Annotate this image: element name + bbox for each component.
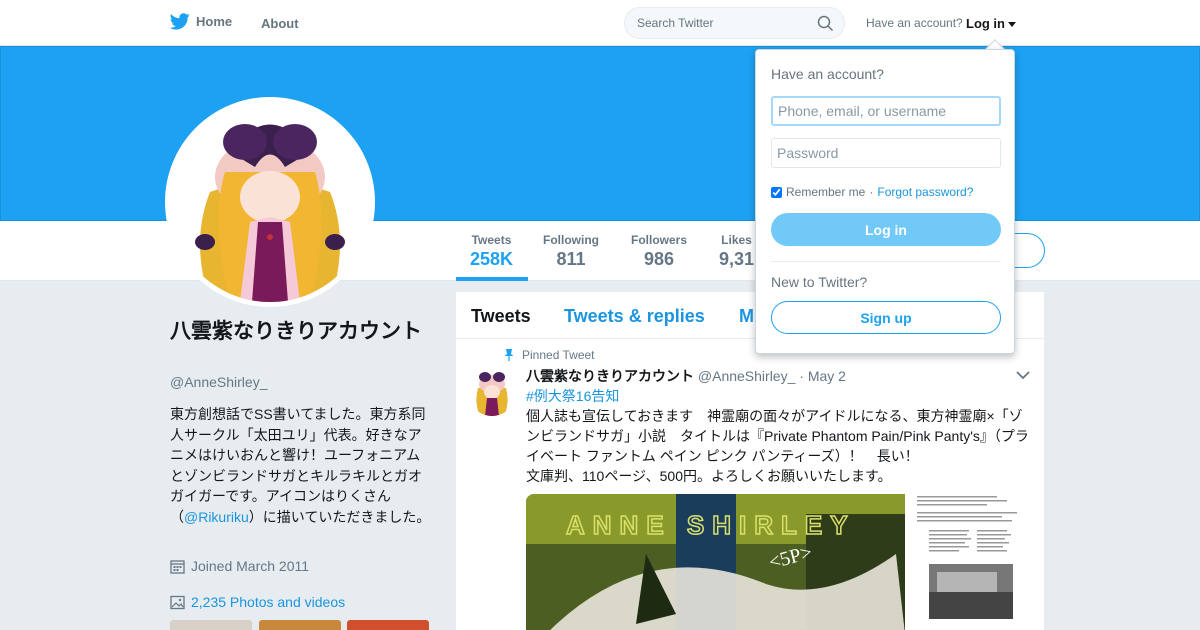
tab-tweets[interactable]: Tweets <box>471 306 531 327</box>
book-cover-illustration: ANNE SHIRLEY <5P> <box>526 494 905 630</box>
stat-value: 986 <box>643 249 675 269</box>
tweet-author-avatar[interactable] <box>468 368 516 416</box>
profile-bio: 東方創想話でSS書いてました。東方系同人サークル「太田ユリ」代表。好きなアニメは… <box>170 404 432 527</box>
chevron-down-icon[interactable] <box>1016 370 1030 380</box>
stat-tweets[interactable]: Tweets 258K <box>470 233 513 270</box>
login-dropdown-toggle[interactable]: Log in <box>966 16 1016 31</box>
signup-button[interactable]: Sign up <box>771 301 1001 334</box>
login-link-label: Log in <box>966 16 1005 31</box>
tab-media[interactable]: M <box>739 306 754 327</box>
search-input[interactable] <box>625 8 805 38</box>
stat-value: 811 <box>556 249 586 269</box>
photos-videos-text: 2,235 Photos and videos <box>191 594 346 610</box>
stat-label: Followers <box>631 233 688 247</box>
joined-date: Joined March 2011 <box>170 558 309 574</box>
bio-text: 東方創想話でSS書いてました。東方系同人サークル「太田ユリ」代表。好きなアニメは… <box>170 406 426 525</box>
new-to-twitter-text: New to Twitter? <box>771 274 868 290</box>
profile-name: 八雲紫なりきりアカウント <box>170 320 422 343</box>
profile-avatar[interactable] <box>165 97 375 307</box>
login-dropdown: Have an account? Remember me · Forgot pa… <box>755 49 1015 354</box>
pin-icon <box>504 349 514 361</box>
media-thumbnail[interactable] <box>259 620 341 630</box>
media-thumbnail[interactable] <box>170 620 252 630</box>
remember-separator: · <box>869 185 874 199</box>
stat-label: Following <box>543 233 599 247</box>
stat-followers[interactable]: Followers 986 <box>631 233 687 270</box>
bio-mention-link[interactable]: @Rikuriku <box>184 509 249 525</box>
remember-me-checkbox[interactable] <box>771 186 782 198</box>
stat-value: 9,31 <box>719 249 755 269</box>
search-icon[interactable] <box>817 15 834 32</box>
dropdown-title: Have an account? <box>771 66 884 82</box>
tab-tweets-replies[interactable]: Tweets & replies <box>564 306 705 327</box>
forgot-password-link[interactable]: Forgot password? <box>877 185 973 199</box>
stat-following[interactable]: Following 811 <box>543 233 599 270</box>
tweet-date[interactable]: · May 2 <box>799 368 846 384</box>
pinned-indicator: Pinned Tweet <box>504 348 595 362</box>
have-account-text: Have an account? <box>866 16 963 30</box>
remember-me-row: Remember me · Forgot password? <box>771 185 973 199</box>
tweet-header: 八雲紫なりきりアカウント @AnneShirley_ · May 2 <box>526 366 846 386</box>
search-box <box>624 7 845 39</box>
nav-home-label: Home <box>196 14 233 29</box>
tweet-media-image[interactable]: ANNE SHIRLEY <5P> <box>526 494 905 630</box>
stat-label: Tweets <box>471 233 512 247</box>
profile-handle[interactable]: @AnneShirley_ <box>170 374 268 390</box>
stat-likes[interactable]: Likes 9,31 <box>719 233 754 270</box>
text-page-preview <box>907 494 1031 630</box>
avatar-illustration <box>468 368 516 416</box>
top-navigation: Home About Have an account? Log in <box>0 0 1200 46</box>
photos-videos-link[interactable]: 2,235 Photos and videos <box>170 594 345 610</box>
calendar-icon <box>170 559 185 574</box>
remember-me-label: Remember me <box>786 185 866 199</box>
stat-label: Likes <box>721 233 752 247</box>
tweet-media-image[interactable] <box>907 494 1031 630</box>
nav-home[interactable]: Home <box>170 13 232 30</box>
image-icon <box>170 595 185 609</box>
joined-text: Joined March 2011 <box>191 558 310 574</box>
caret-down-icon <box>1008 22 1016 28</box>
tweet-text-line: 個人誌も宣伝しておきます 神霊廟の面々がアイドルになる、東方神霊廟×「ゾンビラン… <box>526 408 1029 464</box>
bio-text: ）に描いていただきました。 <box>248 508 431 525</box>
nav-about[interactable]: About <box>261 16 299 31</box>
tweet-text-line: 文庫判、110ページ、500円。よろしくお願いいたします。 <box>526 468 892 484</box>
username-field[interactable] <box>771 96 1001 126</box>
tweet-author-name[interactable]: 八雲紫なりきりアカウント <box>526 368 694 384</box>
pinned-label: Pinned Tweet <box>522 348 595 362</box>
active-stat-underline <box>456 277 528 281</box>
login-button[interactable]: Log in <box>771 213 1001 246</box>
tweet-text: 個人誌も宣伝しておきます 神霊廟の面々がアイドルになる、東方神霊廟×「ゾンビラン… <box>526 406 1031 486</box>
twitter-bird-icon <box>170 13 190 30</box>
cover-title-art: ANNE SHIRLEY <box>566 510 856 540</box>
password-field[interactable] <box>771 138 1001 168</box>
avatar-illustration <box>170 102 370 302</box>
tweet-author-handle[interactable]: @AnneShirley_ <box>698 368 796 384</box>
stat-value: 258K <box>470 249 514 269</box>
tweet-hashtag[interactable]: #例大祭16告知 <box>526 386 619 406</box>
dropdown-divider <box>771 261 1001 262</box>
media-thumbnail[interactable] <box>347 620 429 630</box>
